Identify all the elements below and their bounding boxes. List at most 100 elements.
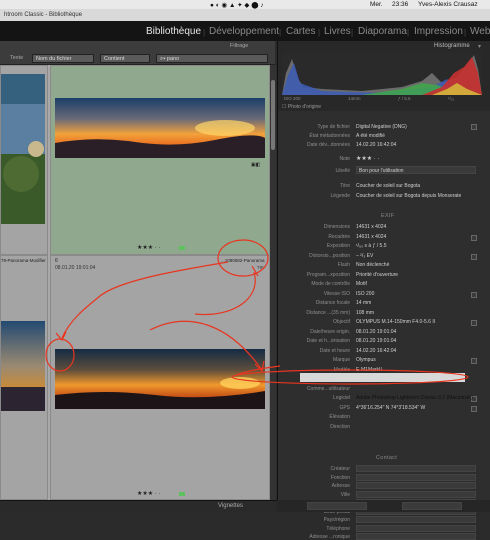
contact-field[interactable]	[356, 473, 476, 481]
contact-field[interactable]	[356, 482, 476, 489]
grid-cell-selected[interactable]: 6 ▣◧ ★★★ · ·	[50, 65, 270, 255]
contact-label: Créateur	[330, 466, 350, 472]
exif-value: ¹/₅₀ s à ƒ / 5.5	[356, 243, 387, 249]
thumbnail-badges: ▣◧	[251, 162, 261, 168]
exif-value: – ²/₃ EV	[356, 252, 374, 259]
grid-cell[interactable]: 6 08.01.20 19:01:04 ...1080082-Panorama …	[50, 255, 270, 500]
exif-value: Motif	[356, 281, 367, 287]
exif-label: Recadrée	[328, 233, 350, 240]
filename-label: ...1080082-Panorama	[221, 258, 265, 263]
exif-value: Non déclenché	[356, 262, 390, 268]
exif-label: Date et h...érisation	[306, 338, 350, 344]
exif-action-button[interactable]	[471, 358, 477, 364]
exif-value: 108 mm	[356, 309, 375, 316]
caption-label: Légende	[330, 193, 350, 199]
metadata-action-button[interactable]	[471, 124, 477, 130]
sync-settings-button[interactable]	[402, 502, 462, 510]
collapse-icon[interactable]: ▾	[478, 43, 481, 50]
menu-bar-icons: ● ◐ ◉ ▲ ✦ ◆ ⬤ ♪	[210, 2, 264, 9]
menu-bar: ● ◐ ◉ ▲ ✦ ◆ ⬤ ♪ Mer. 23:36 Yves-Alexis C…	[0, 0, 490, 9]
grid-cell-partial[interactable]	[0, 65, 48, 255]
rule-select[interactable]: Contient	[100, 54, 150, 63]
library-filter-bar: Filtrage Texte Nom du fichier Contient ⌕…	[0, 41, 275, 65]
exif-label: Mode de contrôle	[311, 281, 350, 287]
exif-action-button[interactable]	[471, 320, 477, 326]
exif-label: Program...xposition	[306, 271, 350, 278]
exif-label: Date/heure origin.	[310, 328, 350, 335]
exif-value: 14.02.20 16:42:04	[356, 347, 397, 354]
exif-label: Objectif	[333, 319, 350, 325]
exif-value: Olympus	[356, 357, 376, 363]
exif-label: Flash	[337, 262, 350, 268]
module-develop[interactable]: Développement	[209, 26, 279, 37]
caption-value[interactable]: Coucher de soleil sur Bogota depuis Mons…	[356, 193, 461, 199]
rating-stars[interactable]: ★★★ · ·	[356, 155, 379, 162]
exif-section-header: EXIF	[381, 213, 395, 219]
exif-value: 08.01.20 19:01:04	[356, 328, 397, 335]
contact-field[interactable]	[356, 465, 476, 472]
contact-field[interactable]	[356, 524, 476, 532]
exif-label: Marque	[333, 357, 350, 363]
search-input[interactable]: ⌕▾ pano	[156, 54, 268, 63]
exif-label: Direction	[330, 423, 350, 430]
search-icon: ⌕▾	[160, 56, 167, 62]
scrollbar-thumb[interactable]	[271, 80, 275, 150]
module-print[interactable]: Impression	[414, 26, 463, 37]
exif-value: Adobe Photoshop Lightroom Classic 9.2 (M…	[356, 395, 473, 401]
color-label[interactable]	[179, 492, 185, 496]
file-type: TIF	[257, 265, 264, 270]
title-value[interactable]: Coucher de soleil sur Bogota	[356, 183, 420, 189]
exif-label: Distorsio...position	[309, 252, 350, 259]
exif-action-button[interactable]	[471, 253, 477, 260]
module-book[interactable]: Livres	[324, 26, 351, 37]
right-panel: Histogramme ▾ ISO 200 14mm ƒ / 5.5 ¹/₅₀ …	[277, 41, 490, 540]
library-grid: 6 ▣◧ ★★★ · · 79-Panorama-Modifier	[0, 65, 270, 500]
filter-header[interactable]: Filtrage	[230, 43, 248, 49]
grid-cell-partial[interactable]: 79-Panorama-Modifier	[0, 255, 48, 500]
color-label-field[interactable]: Bon pour l'utilisation	[356, 166, 476, 174]
original-photo-checkbox[interactable]: ☐ Photo d'origine	[282, 104, 321, 110]
menu-bar-time: 23:36	[392, 1, 409, 8]
photo-thumbnail	[55, 349, 265, 409]
contact-field[interactable]	[356, 516, 476, 523]
contact-section-header: Contact	[376, 455, 398, 461]
contact-field[interactable]	[356, 533, 476, 540]
original-photo-label: Photo d'origine	[287, 104, 322, 110]
exif-value: 4°36'16.254" N 74°3'18.534" W	[356, 404, 426, 411]
meta-label: État métadonnées	[309, 133, 350, 139]
exif-label: Comme...utilisateur	[306, 385, 350, 392]
meta-label: Date dév...données	[307, 142, 350, 148]
contact-field[interactable]	[356, 490, 476, 498]
star-rating[interactable]: ★★★ · ·	[137, 490, 160, 497]
exif-action-button[interactable]	[471, 234, 477, 241]
menu-bar-user[interactable]: Yves-Alexis Crausaz	[418, 1, 478, 8]
meta-label: Type de fichier	[317, 124, 350, 130]
exif-action-button[interactable]	[471, 405, 477, 412]
exif-value: ISO 200	[356, 290, 375, 297]
exif-value: 08.01.20 19:01:04	[356, 338, 397, 344]
color-label[interactable]	[179, 246, 185, 250]
search-value: pano	[166, 56, 180, 62]
exif-action-button[interactable]	[471, 291, 477, 298]
exif-label: Logiciel	[333, 395, 350, 401]
exif-value: OLYMPUS M.14-150mm F4.0-5.6 II	[356, 319, 436, 325]
histogram-shutter: ¹/₅₀	[448, 96, 455, 101]
module-library[interactable]: Bibliothèque	[146, 26, 201, 37]
module-map[interactable]: Cartes	[286, 26, 315, 37]
sync-metadata-button[interactable]	[307, 502, 367, 510]
module-web[interactable]: Web	[470, 26, 490, 37]
contact-label: Adresse	[331, 483, 350, 489]
star-rating[interactable]: ★★★ · ·	[137, 244, 160, 251]
title-label: Titre	[340, 183, 350, 189]
cell-index: 6	[55, 258, 58, 264]
toolbar: Vignettes	[0, 500, 277, 512]
exif-label: Modèle	[333, 366, 350, 373]
field-select[interactable]: Nom du fichier	[32, 54, 94, 63]
sync-buttons-bar	[277, 500, 490, 512]
color-label-label: Libellé	[335, 168, 350, 174]
filename-label: 79-Panorama-Modifier	[1, 258, 46, 263]
panel-title[interactable]: Histogramme	[434, 43, 470, 49]
exif-value: 14 mm	[356, 300, 372, 306]
module-slideshow[interactable]: Diaporama	[358, 26, 407, 37]
exif-label: Distance ...(35 mm)	[306, 309, 350, 316]
